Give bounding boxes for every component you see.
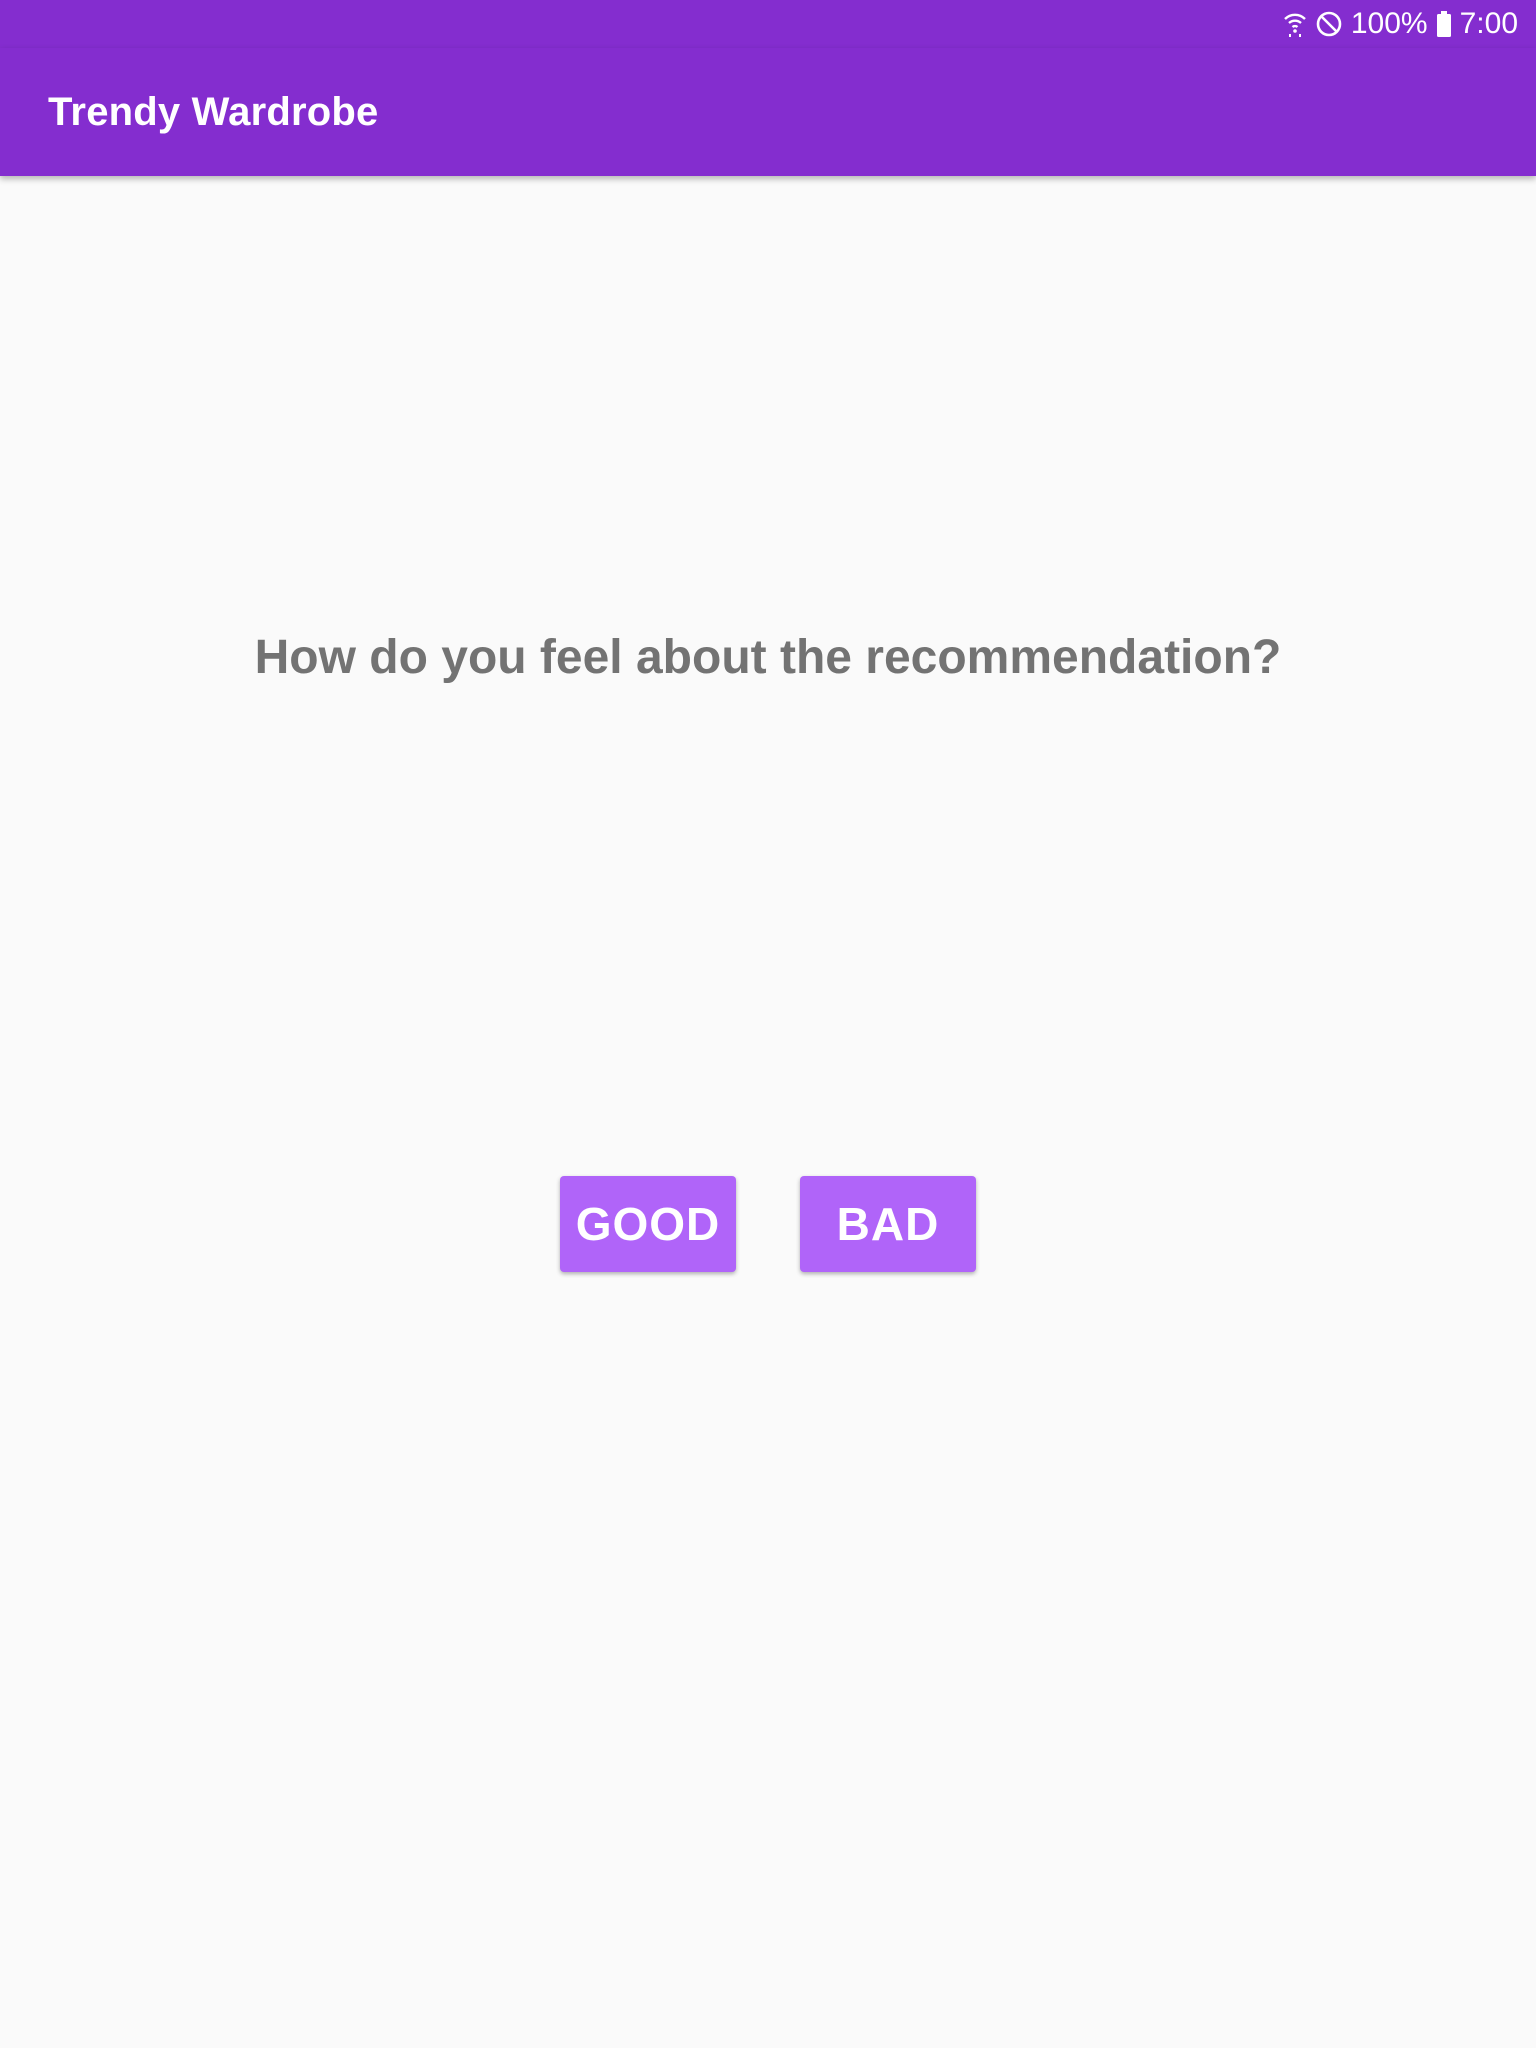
battery-icon [1436,10,1452,38]
wifi-icon [1283,10,1307,38]
app-title: Trendy Wardrobe [48,89,379,134]
status-time: 7:00 [1459,7,1518,40]
battery-percent: 100% [1350,7,1428,40]
status-bar: 100% 7:00 [0,0,1536,48]
do-not-disturb-icon [1315,10,1343,38]
app-bar: Trendy Wardrobe [0,48,1536,176]
recommendation-question: How do you feel about the recommendation… [254,631,1282,684]
screen: 100% 7:00 Trendy Wardrobe How do you fee… [0,0,1536,2048]
feedback-buttons: GOOD BAD [0,1176,1536,1272]
good-button[interactable]: GOOD [560,1176,736,1272]
bad-button[interactable]: BAD [800,1176,976,1272]
